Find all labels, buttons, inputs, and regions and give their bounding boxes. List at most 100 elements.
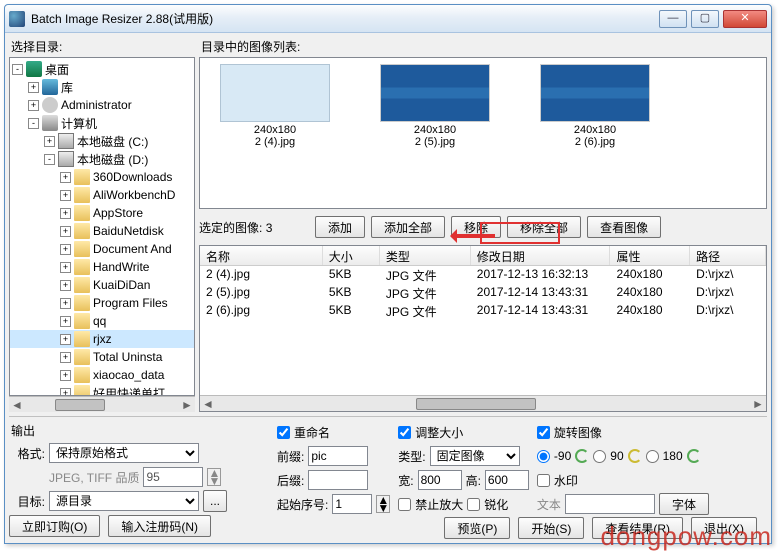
- rotate-neg90-radio[interactable]: [537, 450, 550, 463]
- column-header[interactable]: 修改日期: [471, 246, 611, 265]
- expander-icon[interactable]: +: [44, 136, 55, 147]
- prefix-input[interactable]: [308, 446, 368, 466]
- expander-icon[interactable]: +: [60, 298, 71, 309]
- expander-icon[interactable]: +: [60, 262, 71, 273]
- expander-icon[interactable]: -: [12, 64, 23, 75]
- column-header[interactable]: 类型: [380, 246, 471, 265]
- expander-icon[interactable]: +: [60, 244, 71, 255]
- tree-item[interactable]: +Program Files: [10, 294, 194, 312]
- rotate-180-radio[interactable]: [646, 450, 659, 463]
- sharpen-checkbox[interactable]: [467, 498, 480, 511]
- expander-icon[interactable]: +: [28, 82, 39, 93]
- wm-text-input[interactable]: [565, 494, 655, 514]
- table-row[interactable]: 2 (5).jpg5KBJPG 文件2017-12-14 13:43:31240…: [200, 284, 766, 302]
- tree-item[interactable]: - 计算机: [10, 114, 194, 132]
- app-icon: [9, 11, 25, 27]
- table-row[interactable]: 2 (4).jpg5KBJPG 文件2017-12-13 16:32:13240…: [200, 266, 766, 284]
- rotate-checkbox[interactable]: [537, 426, 550, 439]
- view-result-button[interactable]: 查看结果(R): [592, 517, 683, 539]
- preview-button[interactable]: 预览(P): [444, 517, 510, 539]
- tree-item[interactable]: +Document And: [10, 240, 194, 258]
- exit-button[interactable]: 退出(X): [691, 517, 757, 539]
- no-enlarge-checkbox[interactable]: [398, 498, 411, 511]
- tree-item[interactable]: +rjxz: [10, 330, 194, 348]
- thumbnail-image: [540, 64, 650, 122]
- seq-stepper[interactable]: ▲▼: [376, 495, 390, 513]
- thumbnail[interactable]: 240x1802 (5).jpg: [370, 64, 500, 148]
- grid-header[interactable]: 名称大小类型修改日期属性路径: [200, 246, 766, 266]
- expander-icon[interactable]: +: [60, 280, 71, 291]
- tree-item[interactable]: +AliWorkbenchD: [10, 186, 194, 204]
- width-input[interactable]: [418, 470, 462, 490]
- tree-item[interactable]: +好用快递单打: [10, 384, 194, 396]
- column-header[interactable]: 路径: [690, 246, 766, 265]
- thumbnail[interactable]: 240x1802 (6).jpg: [530, 64, 660, 148]
- grid-hscroll[interactable]: ◄►: [200, 395, 766, 411]
- expander-icon[interactable]: +: [28, 100, 39, 111]
- add-button[interactable]: 添加: [315, 216, 365, 238]
- tree-item[interactable]: +qq: [10, 312, 194, 330]
- font-button[interactable]: 字体: [659, 493, 709, 515]
- expander-icon[interactable]: +: [60, 334, 71, 345]
- close-button[interactable]: ✕: [723, 10, 767, 28]
- remove-all-button[interactable]: 移除全部: [507, 216, 581, 238]
- seq-label: 起始序号:: [277, 496, 328, 513]
- format-select[interactable]: 保持原始格式: [49, 443, 199, 463]
- tree-label: 计算机: [61, 115, 97, 132]
- minimize-button[interactable]: —: [659, 10, 687, 28]
- rotate-90-radio[interactable]: [593, 450, 606, 463]
- view-image-button[interactable]: 查看图像: [587, 216, 661, 238]
- file-grid[interactable]: 名称大小类型修改日期属性路径 2 (4).jpg5KBJPG 文件2017-12…: [199, 245, 767, 412]
- watermark-checkbox[interactable]: [537, 474, 550, 487]
- tree-item[interactable]: +AppStore: [10, 204, 194, 222]
- column-header[interactable]: 属性: [610, 246, 690, 265]
- tree-item[interactable]: -桌面: [10, 60, 194, 78]
- order-button[interactable]: 立即订购(O): [9, 515, 100, 537]
- expander-icon[interactable]: +: [60, 190, 71, 201]
- user-icon: [42, 97, 58, 113]
- expander-icon[interactable]: +: [60, 370, 71, 381]
- column-header[interactable]: 大小: [323, 246, 380, 265]
- tree-item[interactable]: +本地磁盘 (C:): [10, 132, 194, 150]
- tree-item[interactable]: +BaiduNetdisk: [10, 222, 194, 240]
- grid-body[interactable]: 2 (4).jpg5KBJPG 文件2017-12-13 16:32:13240…: [200, 266, 766, 395]
- resize-type-label: 类型:: [398, 448, 425, 465]
- titlebar[interactable]: Batch Image Resizer 2.88(试用版) — ▢ ✕: [5, 5, 771, 33]
- seq-input[interactable]: [332, 494, 372, 514]
- tree-item[interactable]: +360Downloads: [10, 168, 194, 186]
- height-input[interactable]: [485, 470, 529, 490]
- expander-icon[interactable]: -: [44, 154, 55, 165]
- column-header[interactable]: 名称: [200, 246, 323, 265]
- maximize-button[interactable]: ▢: [691, 10, 719, 28]
- tree-item[interactable]: +库: [10, 78, 194, 96]
- expander-icon[interactable]: +: [60, 316, 71, 327]
- rename-checkbox[interactable]: [277, 426, 290, 439]
- tree-item[interactable]: +Administrator: [10, 96, 194, 114]
- table-row[interactable]: 2 (6).jpg5KBJPG 文件2017-12-14 13:43:31240…: [200, 302, 766, 320]
- quality-stepper[interactable]: ▲▼: [207, 468, 221, 486]
- expander-icon[interactable]: +: [60, 352, 71, 363]
- expander-icon[interactable]: -: [28, 118, 39, 129]
- tree-item[interactable]: +Total Uninsta: [10, 348, 194, 366]
- quality-input[interactable]: [143, 467, 203, 487]
- resize-checkbox[interactable]: [398, 426, 411, 439]
- thumbnail-area[interactable]: 240x1802 (1).jpg240x1802 (2).jpg240x1802…: [199, 57, 767, 209]
- tree-item[interactable]: -本地磁盘 (D:): [10, 150, 194, 168]
- target-select[interactable]: 源目录: [49, 491, 199, 511]
- expander-icon[interactable]: +: [60, 172, 71, 183]
- expander-icon[interactable]: +: [60, 208, 71, 219]
- folder-icon: [74, 349, 90, 365]
- expander-icon[interactable]: +: [60, 388, 71, 397]
- expander-icon[interactable]: +: [60, 226, 71, 237]
- add-all-button[interactable]: 添加全部: [371, 216, 445, 238]
- resize-type-select[interactable]: 固定图像: [430, 446, 520, 466]
- tree-item[interactable]: +KuaiDiDan: [10, 276, 194, 294]
- tree-item[interactable]: +xiaocao_data: [10, 366, 194, 384]
- output-header: 输出: [9, 421, 269, 441]
- browse-button[interactable]: ...: [203, 490, 227, 512]
- tree-item[interactable]: +HandWrite: [10, 258, 194, 276]
- suffix-input[interactable]: [308, 470, 368, 490]
- thumbnail[interactable]: 240x1802 (4).jpg: [210, 64, 340, 148]
- start-button[interactable]: 开始(S): [518, 517, 584, 539]
- directory-tree[interactable]: -桌面+库+Administrator - 计算机+本地磁盘 (C:)-本地磁盘 (…: [9, 57, 195, 396]
